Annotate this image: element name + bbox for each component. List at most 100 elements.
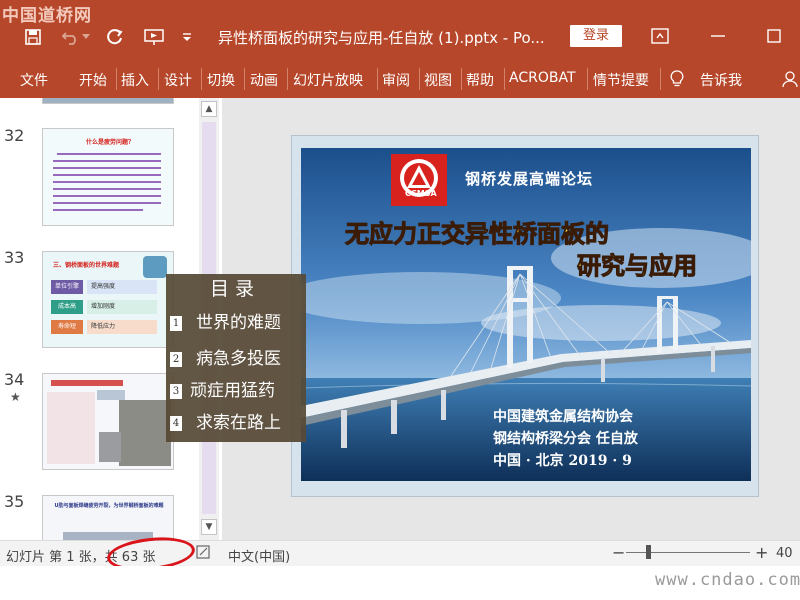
document-title: 异性桥面板的研究与应用-任自放 (1).pptx - Po... (218, 29, 545, 47)
toc-item-text: 顽症用猛药 (190, 381, 275, 401)
tab-help[interactable]: 帮助 (466, 70, 494, 90)
thumbnail-heading-bar (51, 380, 123, 386)
toc-item[interactable]: 2 病急多投医 (170, 344, 281, 369)
toc-item-number: 1 (170, 316, 182, 331)
thumbnail-heading: U肋与面板焊缝疲劳开裂，为世界钢桥面板的难题 (54, 503, 164, 509)
slide-title-main: 正交异性桥面板的 (417, 220, 610, 249)
redo-icon[interactable] (104, 27, 126, 47)
thumbnail-box-left: 单位引擎 (51, 280, 83, 294)
tab-divider (377, 68, 378, 90)
login-button[interactable]: 登录 (570, 25, 622, 47)
tab-file[interactable]: 文件 (20, 70, 48, 90)
slide-thumbnail-33[interactable]: 三、钢桥面板的世界难题 单位引擎 提高强度 成本高 增加刚度 寿命短 降低应力 (42, 251, 174, 348)
title-bar: 中国道桥网 异性桥面板的研究与应用-任自放 (1).pptx - Po... 登… (0, 0, 800, 60)
minimize-icon[interactable] (706, 26, 730, 46)
toc-item[interactable]: 1 世界的难题 (170, 308, 281, 333)
thumbnail-text-block (47, 392, 95, 464)
lightbulb-icon[interactable] (670, 70, 684, 92)
tab-divider (461, 68, 462, 90)
thumbnail-box-right: 提高强度 (87, 280, 157, 294)
zoom-level[interactable]: 40 (776, 546, 793, 561)
zoom-in-button[interactable]: + (755, 543, 768, 562)
thumbnail-photo (119, 400, 171, 466)
scroll-up-icon[interactable]: ▲ (201, 101, 217, 117)
main-slide[interactable]: CCMSA 钢桥发展高端论坛 无应力正交异性桥面板的 研究与应用 中国建筑金属结… (291, 135, 759, 497)
thumbnail-box-left: 寿命短 (51, 320, 83, 334)
toc-item-text: 世界的难题 (196, 313, 281, 333)
toc-item-text: 求索在路上 (196, 413, 281, 433)
zoom-out-button[interactable]: − (612, 543, 625, 562)
slide-number: 35 (4, 492, 25, 511)
toc-item[interactable]: 3 顽症用猛药 (170, 376, 275, 401)
present-from-start-icon[interactable] (142, 27, 168, 47)
tab-insert[interactable]: 插入 (121, 70, 149, 90)
thumbnail-text-block (97, 390, 125, 400)
thumbnail-photo (99, 432, 121, 462)
tab-review[interactable]: 审阅 (382, 70, 410, 90)
tab-transitions[interactable]: 切换 (207, 70, 235, 90)
thumbnail-icon-image (143, 256, 167, 278)
tab-view[interactable]: 视图 (424, 70, 452, 90)
location-date: 中国 · 北京 2019 · 9 (493, 453, 632, 469)
slide-canvas: CCMSA 钢桥发展高端论坛 无应力正交异性桥面板的 研究与应用 中国建筑金属结… (301, 148, 751, 481)
zoom-slider-track[interactable] (626, 552, 750, 553)
tab-acrobat[interactable]: ACROBAT (509, 70, 576, 86)
save-icon[interactable] (22, 27, 44, 47)
tab-animations[interactable]: 动画 (250, 70, 278, 90)
slide-title: 无应力正交异性桥面板的 (345, 214, 610, 249)
zoom-slider-thumb[interactable] (646, 545, 651, 559)
undo-icon[interactable] (60, 27, 82, 47)
tab-slide-show[interactable]: 幻灯片放映 (293, 70, 363, 90)
thumbnail-text-lines (53, 153, 161, 211)
tab-design[interactable]: 设计 (164, 70, 192, 90)
tab-divider (660, 68, 661, 90)
thumbnail-box-left: 成本高 (51, 300, 83, 314)
watermark-top: 中国道桥网 (2, 6, 92, 26)
ribbon-tabs: 文件 开始 插入 设计 切换 动画 幻灯片放映 审阅 视图 帮助 ACROBAT… (0, 60, 800, 98)
thumbnail-box-right: 增加刚度 (87, 300, 157, 314)
thumbnail-heading: 三、钢桥面板的世界难题 (53, 262, 120, 269)
toc-item-number: 3 (170, 384, 182, 399)
tab-divider (201, 68, 202, 90)
slide-title-highlight: 无应力 (345, 220, 418, 249)
slide-thumbnail-32[interactable]: 什么是疲劳问题？ (42, 128, 174, 226)
slide-thumbnail-34[interactable] (42, 373, 174, 470)
tab-divider (116, 68, 117, 90)
tab-home[interactable]: 开始 (79, 70, 107, 90)
thumbnail-heading: 什么是疲劳问题？ (85, 139, 134, 146)
toc-item-number: 4 (170, 416, 182, 431)
slide-logo: CCMSA (405, 189, 437, 198)
tab-storyboarding[interactable]: 情节提要 (593, 70, 649, 90)
share-icon[interactable] (782, 70, 798, 92)
slide-organization-block: 中国建筑金属结构协会 钢结构桥梁分会 任自放 中国 · 北京 2019 · 9 (493, 406, 638, 472)
undo-dropdown-icon[interactable] (80, 27, 92, 47)
spelling-check-icon[interactable] (196, 545, 210, 563)
slide-thumbnail-35[interactable]: U肋与面板焊缝疲劳开裂，为世界钢桥面板的难题 (42, 495, 174, 540)
slide-number: 33 (4, 248, 25, 267)
tab-divider (244, 68, 245, 90)
tab-divider (158, 68, 159, 90)
toc-item-text: 病急多投医 (196, 349, 281, 369)
toc-item-number: 2 (170, 352, 182, 367)
slide-subtitle: 研究与应用 (577, 252, 698, 281)
thumbnail-box-right: 降低应力 (87, 320, 157, 334)
maximize-icon[interactable] (762, 26, 786, 46)
animation-star-icon: ★ (10, 390, 21, 404)
scroll-down-icon[interactable]: ▼ (201, 519, 217, 535)
language-status[interactable]: 中文(中国) (228, 546, 290, 565)
ribbon-display-options-icon[interactable] (648, 26, 672, 46)
toc-heading: 目录 (210, 278, 261, 300)
branch-and-author: 钢结构桥梁分会 任自放 (493, 431, 638, 447)
tab-divider (504, 68, 505, 90)
tell-me-search[interactable]: 告诉我 (700, 70, 742, 90)
forum-title: 钢桥发展高端论坛 (465, 170, 594, 188)
toc-item[interactable]: 4 求索在路上 (170, 408, 281, 433)
customize-toolbar-icon[interactable] (180, 27, 194, 47)
slide-number: 32 (4, 126, 25, 145)
slide-thumbnail-31[interactable] (42, 98, 174, 104)
organization-name: 中国建筑金属结构协会 (493, 409, 633, 425)
watermark-bottom: www.cndao.com (655, 570, 800, 590)
table-of-contents-popup[interactable]: 目录 1 世界的难题 2 病急多投医 3 顽症用猛药 4 求索在路上 (166, 274, 306, 442)
tab-divider (587, 68, 588, 90)
tab-divider (287, 68, 288, 90)
